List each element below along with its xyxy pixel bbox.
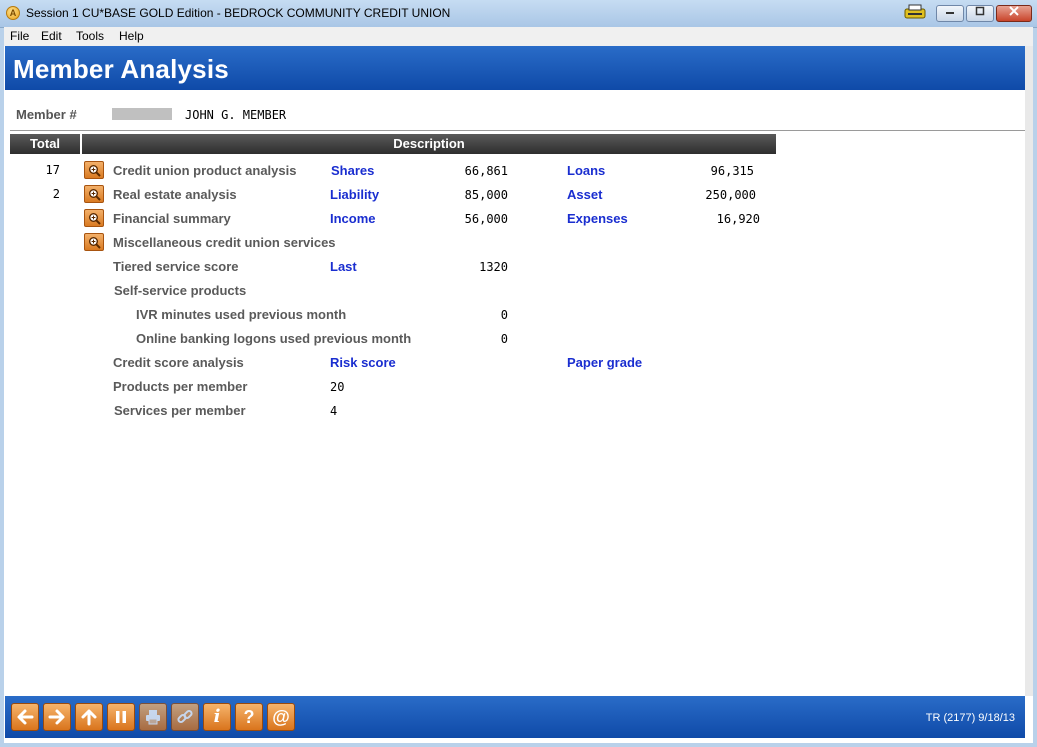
value-online-logons: 0 [500,332,508,346]
label-liability: Liability [330,187,380,202]
value-products-per-member: 20 [330,380,345,394]
info-button[interactable]: i [203,703,231,731]
label-asset: Asset [567,187,603,202]
member-number-masked [112,108,172,120]
zoom-button-product-analysis[interactable] [84,161,104,179]
column-header-total: Total [10,134,80,154]
up-arrow-icon [81,709,97,726]
magnifier-icon [89,213,101,225]
label-risk-score: Risk score [330,355,396,370]
at-sign-icon: @ [272,707,290,727]
row-description: IVR minutes used previous month [136,307,347,322]
value-services-per-member: 4 [330,404,338,418]
row-description: Financial summary [113,211,231,226]
member-number-label: Member # [16,107,77,122]
row-description: Credit union product analysis [113,163,297,178]
menu-help[interactable]: Help [119,29,144,43]
forward-arrow-icon [48,709,65,725]
magnifier-icon [89,165,101,177]
row-description: Self-service products [114,283,247,298]
separator [10,130,1025,131]
zoom-button-real-estate[interactable] [84,185,104,203]
row-description: Credit score analysis [113,355,244,370]
value-liability: 85,000 [464,188,508,202]
minimize-button[interactable] [936,5,964,22]
row-description: Tiered service score [113,259,239,274]
window-title: Session 1 CU*BASE GOLD Edition - BEDROCK… [26,6,451,20]
client-area: Member Analysis Member # JOHN G. MEMBER … [4,46,1033,743]
maximize-icon [975,6,985,16]
help-icon: ? [243,707,255,727]
row-description: Services per member [114,403,246,418]
label-income: Income [330,211,376,226]
back-arrow-icon [17,709,34,725]
print-icon [146,710,160,725]
pause-button[interactable] [107,703,135,731]
row-description: Products per member [113,379,248,394]
row-description: Real estate analysis [113,187,237,202]
label-last: Last [330,259,357,274]
footer-toolbar: i ? @ TR (2177) 9/18/13 [5,696,1025,738]
help-button[interactable]: ? [235,703,263,731]
value-tiered-score: 1320 [479,260,508,274]
row-total: 17 [45,163,60,177]
value-shares: 66,861 [464,164,508,178]
menu-bar: File Edit Tools Help [4,27,1033,47]
value-income: 56,000 [464,212,508,226]
close-button[interactable] [996,5,1032,22]
window-titlebar[interactable]: A Session 1 CU*BASE GOLD Edition - BEDRO… [0,0,1037,28]
minimize-icon [946,12,954,14]
value-asset: 250,000 [705,188,756,202]
vertical-scrollbar[interactable] [1025,46,1033,696]
label-paper-grade: Paper grade [567,355,643,370]
print-button[interactable] [139,703,167,731]
value-expenses: 16,920 [716,212,760,226]
forward-button[interactable] [43,703,71,731]
up-button[interactable] [75,703,103,731]
label-expenses: Expenses [567,211,628,226]
app-icon: A [6,6,20,20]
row-total: 2 [52,187,60,201]
row-description: Online banking logons used previous mont… [136,331,412,346]
zoom-button-financial-summary[interactable] [84,209,104,227]
label-loans: Loans [567,163,606,178]
value-ivr-minutes: 0 [500,308,508,322]
printer-tray-icon[interactable] [903,4,927,20]
pause-icon [116,711,126,723]
link-icon [177,709,193,724]
magnifier-icon [89,237,101,249]
page-header: Member Analysis [5,46,1025,90]
maximize-button[interactable] [966,5,994,22]
member-name: JOHN G. MEMBER [185,108,287,122]
value-loans: 96,315 [710,164,754,178]
menu-file[interactable]: File [10,29,29,43]
label-shares: Shares [331,163,375,178]
info-icon: i [213,706,221,727]
menu-edit[interactable]: Edit [41,29,62,43]
email-button[interactable]: @ [267,703,295,731]
row-description: Miscellaneous credit union services [113,235,336,250]
back-button[interactable] [11,703,39,731]
status-text: TR (2177) 9/18/13 [925,712,1015,724]
close-icon [1009,6,1019,16]
magnifier-icon [89,189,101,201]
link-button[interactable] [171,703,199,731]
column-header-description: Description [82,134,776,154]
menu-tools[interactable]: Tools [76,29,104,43]
page-title: Member Analysis [13,54,229,84]
zoom-button-misc-services[interactable] [84,233,104,251]
